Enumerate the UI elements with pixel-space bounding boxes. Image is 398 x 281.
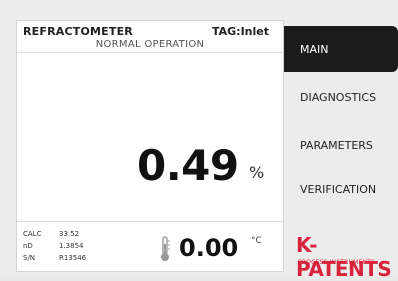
concentration-value: 0.49 xyxy=(137,141,239,190)
nav-item-diagnostics[interactable]: DIAGNOSTICS xyxy=(284,74,398,120)
nav-item-main[interactable]: MAIN xyxy=(284,26,398,72)
info-value: 1.3854 xyxy=(59,242,84,250)
info-value: 33.52 xyxy=(59,230,80,238)
info-row-sn: S/N R13546 xyxy=(23,254,86,262)
temperature-unit: °C xyxy=(251,236,262,246)
info-label: nD xyxy=(23,242,33,250)
info-label: S/N xyxy=(23,254,36,262)
thermometer-icon xyxy=(161,236,170,261)
temperature-value: 0.00 xyxy=(179,234,239,262)
brand-logo: K-PATENTS PROCESS INSTRUMENTS xyxy=(296,233,396,281)
refractometer-screen: REFRACTOMETER TAG:Inlet NORMAL OPERATION… xyxy=(0,0,398,281)
info-value: R13546 xyxy=(59,254,87,262)
logo-wordmark: K-PATENTS xyxy=(296,233,392,281)
info-row-calc: CALC 33.52 xyxy=(23,230,79,238)
nav-item-parameters[interactable]: PARAMETERS xyxy=(284,122,398,168)
tag-label: TAG:Inlet xyxy=(211,25,269,38)
main-display-panel: REFRACTOMETER TAG:Inlet NORMAL OPERATION… xyxy=(16,20,284,272)
status-footer: CALC 33.52 nD 1.3854 S/N R13546 0.00 °C xyxy=(17,221,283,273)
nav-item-verification[interactable]: VERIFICATION xyxy=(284,166,398,212)
info-row-nd: nD 1.3854 xyxy=(23,242,84,250)
device-name: REFRACTOMETER xyxy=(23,25,133,38)
operation-mode: NORMAL OPERATION xyxy=(95,39,205,50)
display-header: REFRACTOMETER TAG:Inlet NORMAL OPERATION xyxy=(17,21,283,53)
logo-tagline: PROCESS INSTRUMENTS xyxy=(298,259,376,266)
concentration-unit: % xyxy=(249,163,265,182)
info-label: CALC xyxy=(23,230,42,238)
